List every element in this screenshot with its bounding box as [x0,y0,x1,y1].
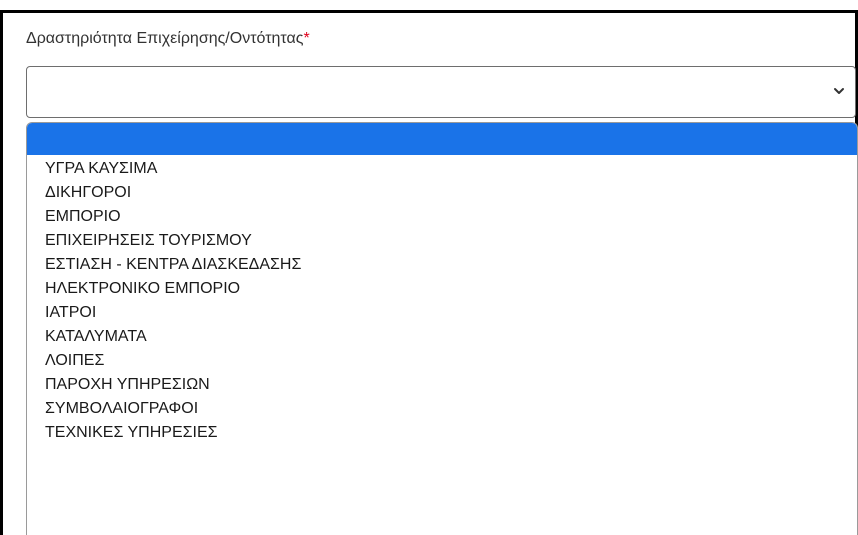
dropdown-option[interactable]: ΗΛΕΚΤΡΟΝΙΚΟ ΕΜΠΟΡΙΟ [27,277,857,301]
field-label: Δραστηριότητα Επιχείρησης/Οντότητας* [26,30,310,48]
field-label-text: Δραστηριότητα Επιχείρησης/Οντότητας [26,30,304,47]
activity-select[interactable] [26,66,856,118]
dropdown-option[interactable]: ΙΑΤΡΟΙ [27,301,857,325]
dropdown-option[interactable]: ΥΓΡΑ ΚΑΥΣΙΜΑ [27,157,857,181]
dropdown-option[interactable]: ΕΜΠΟΡΙΟ [27,205,857,229]
required-marker: * [303,30,310,47]
dropdown-option[interactable]: ΣΥΜΒΟΛΑΙΟΓΡΑΦΟΙ [27,397,857,421]
chevron-down-icon [834,88,844,94]
dropdown-option[interactable]: ΤΕΧΝΙΚΕΣ ΥΠΗΡΕΣΙΕΣ [27,421,857,445]
top-cropped-strip [0,0,858,10]
dropdown-option[interactable]: ΛΟΙΠΕΣ [27,349,857,373]
dropdown-option[interactable]: ΔΙΚΗΓΟΡΟΙ [27,181,857,205]
dropdown-option[interactable]: ΠΑΡΟΧΗ ΥΠΗΡΕΣΙΩΝ [27,373,857,397]
dropdown-option-blank[interactable] [27,123,857,155]
dropdown-option[interactable]: ΚΑΤΑΛΥΜΑΤΑ [27,325,857,349]
activity-dropdown-list: ΥΓΡΑ ΚΑΥΣΙΜΑ ΔΙΚΗΓΟΡΟΙ ΕΜΠΟΡΙΟ ΕΠΙΧΕΙΡΗΣ… [26,122,858,535]
dropdown-option[interactable]: ΕΠΙΧΕΙΡΗΣΕΙΣ ΤΟΥΡΙΣΜΟΥ [27,229,857,253]
dropdown-option[interactable]: ΕΣΤΙΑΣΗ - ΚΕΝΤΡΑ ΔΙΑΣΚΕΔΑΣΗΣ [27,253,857,277]
